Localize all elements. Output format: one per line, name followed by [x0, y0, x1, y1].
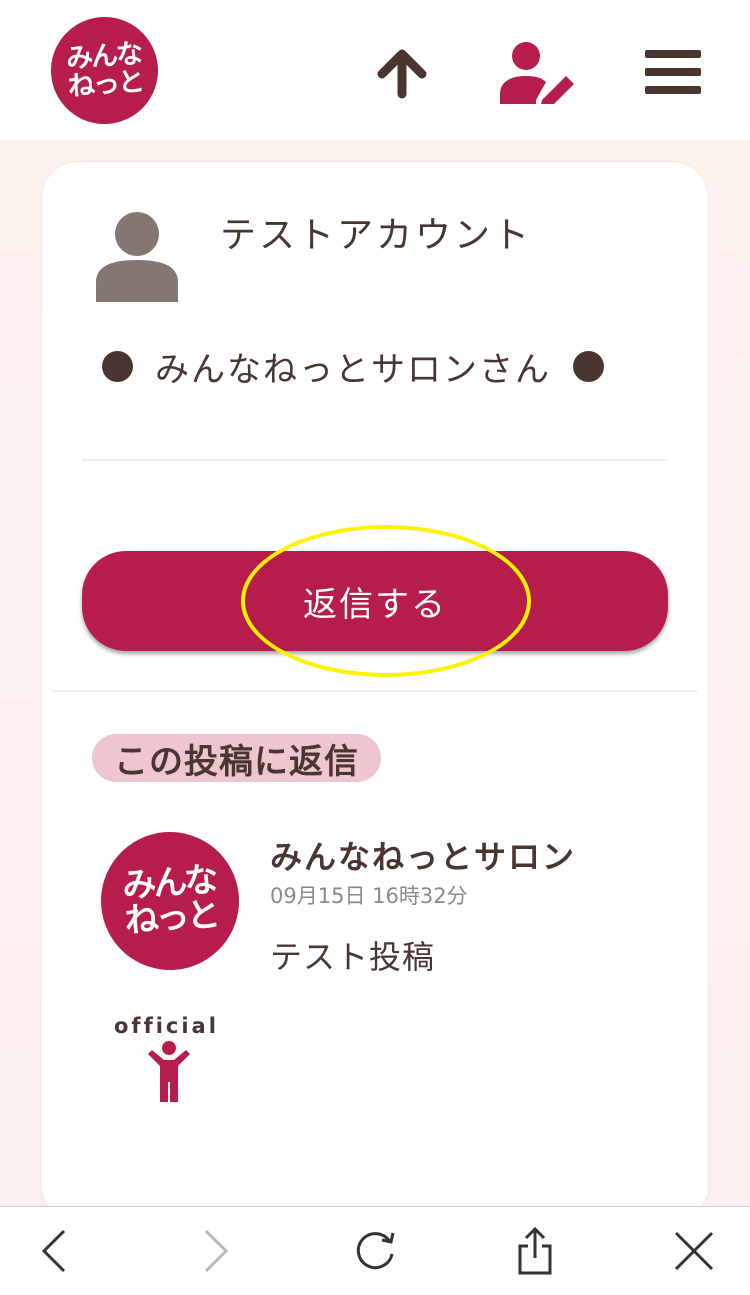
- site-logo[interactable]: みんな ねっと: [47, 13, 162, 128]
- post-body: テスト投稿: [270, 938, 436, 976]
- hamburger-menu-icon: [645, 50, 701, 94]
- forward-icon: [204, 1229, 229, 1273]
- back-icon: [41, 1229, 66, 1273]
- user-edit-icon: [500, 42, 574, 104]
- account-name: テストアカウント: [220, 215, 533, 256]
- reload-button[interactable]: [351, 1227, 399, 1275]
- scroll-top-button[interactable]: [362, 36, 442, 108]
- post-timestamp: 09月15日 16時32分: [270, 884, 468, 908]
- bullet-right-icon: [573, 351, 604, 382]
- forward-button[interactable]: [190, 1227, 238, 1275]
- post-author-avatar[interactable]: みんな ねっと: [96, 827, 244, 975]
- close-button[interactable]: [670, 1227, 718, 1275]
- reply-destination: みんなねっとサロンさん: [102, 342, 604, 391]
- official-badge-label: official: [114, 1014, 219, 1038]
- menu-button[interactable]: [633, 36, 713, 108]
- divider: [52, 690, 698, 692]
- share-button[interactable]: [511, 1226, 559, 1275]
- bullet-left-icon: [102, 351, 133, 382]
- user-edit-button[interactable]: [496, 36, 576, 108]
- close-icon: [674, 1231, 714, 1271]
- logo-line2: ねっと: [66, 65, 144, 103]
- avatar-placeholder-icon: [96, 212, 178, 302]
- post-author: みんなねっとサロン: [270, 838, 577, 876]
- browser-toolbar: [0, 1206, 750, 1295]
- reply-button[interactable]: 返信する: [82, 551, 668, 651]
- reply-card: テストアカウント みんなねっとサロンさん 返信する この投稿に返信 みんな ねっ…: [42, 162, 708, 1222]
- section-label: この投稿に返信: [92, 734, 381, 782]
- official-person-icon: [148, 1041, 190, 1102]
- destination-name: みんなねっとサロンさん: [155, 350, 551, 390]
- app-header: みんな ねっと: [0, 0, 750, 140]
- back-button[interactable]: [32, 1227, 80, 1275]
- arrow-up-icon: [377, 49, 427, 99]
- reload-icon: [356, 1232, 395, 1270]
- divider: [82, 459, 668, 461]
- post-logo-line2: ねっと: [123, 894, 219, 942]
- share-icon: [518, 1226, 552, 1275]
